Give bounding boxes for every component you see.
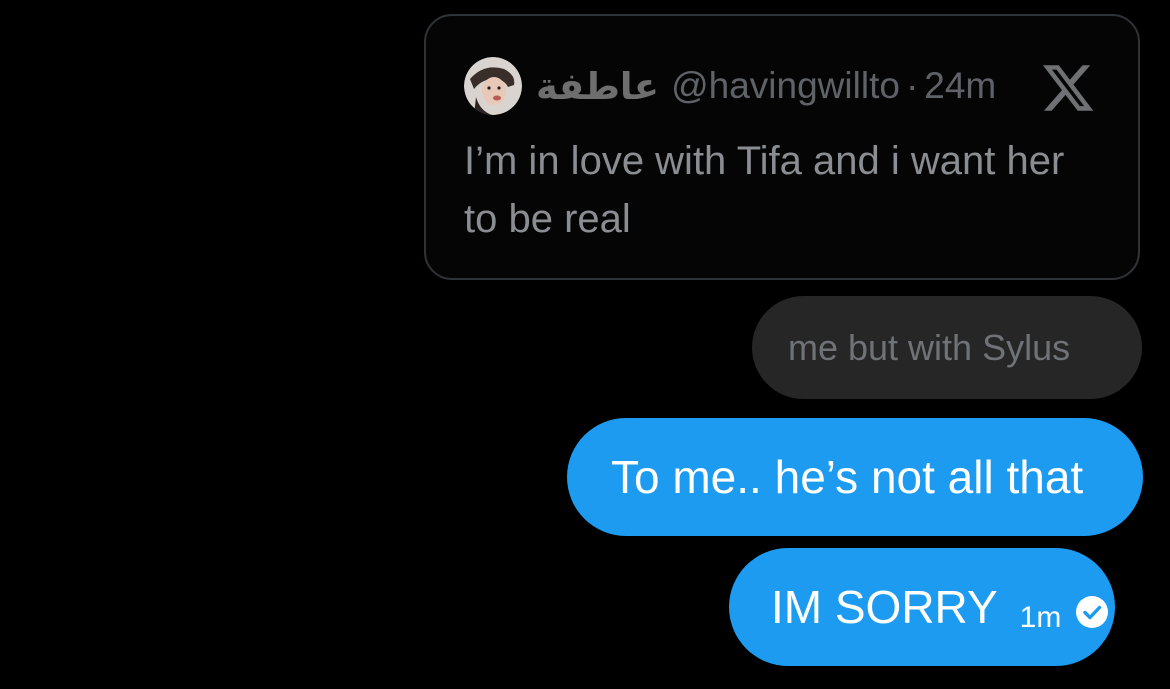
message-timestamp: 1m (1019, 601, 1062, 634)
read-check-icon (1076, 596, 1109, 628)
sent-message-text: IM SORRY (771, 581, 998, 633)
received-message-text: me but with Sylus (788, 326, 1071, 368)
quoted-post-card[interactable]: عاطفة @havingwillto · 24m I’m in love wi… (424, 14, 1140, 280)
sent-message-text: To me.. he’s not all that (611, 451, 1084, 503)
quoted-post-header: عاطفة @havingwillto · 24m (464, 56, 996, 116)
quoted-author-name[interactable]: عاطفة (536, 65, 659, 108)
header-separator: · (905, 65, 919, 106)
received-message-bubble[interactable]: me but with Sylus (752, 296, 1142, 399)
avatar[interactable] (464, 57, 522, 115)
quoted-post-text: I’m in love with Tifa and i want her to … (464, 139, 1065, 241)
sent-message-bubble[interactable]: To me.. he’s not all that (567, 418, 1143, 536)
x-logo-icon (1042, 65, 1094, 111)
quoted-post-time: 24m (924, 65, 997, 106)
quoted-author-handle[interactable]: @havingwillto (671, 65, 900, 107)
avatar-image (464, 57, 522, 115)
sent-message-bubble-last[interactable]: IM SORRY 1m (729, 548, 1115, 666)
